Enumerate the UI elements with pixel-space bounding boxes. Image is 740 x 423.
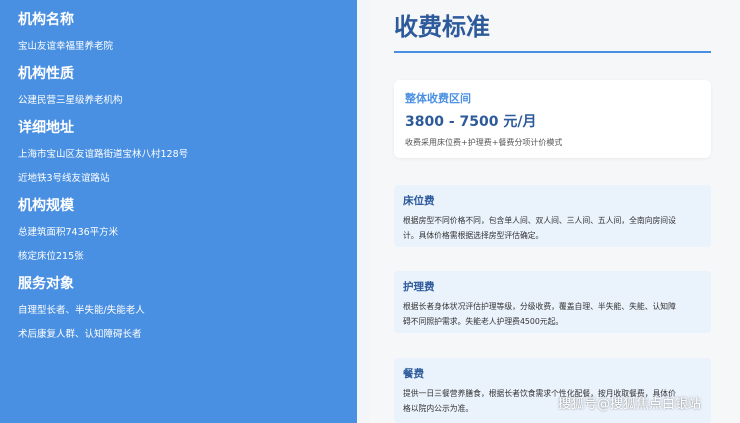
section-address: 详细地址 上海市宝山区友谊路街道宝林八村128号 近地铁3号线友谊路站 bbox=[18, 118, 357, 186]
price-range-card: 整体收费区间 3800 - 7500 元/月 收费采用床位费+护理费+餐费分项计… bbox=[394, 80, 711, 158]
section-line: 总建筑面积7436平方米 bbox=[18, 227, 119, 238]
section-line: 自理型长者、半失能/失能老人 bbox=[18, 305, 145, 316]
section-nature: 机构性质 公建民营三星级养老机构 bbox=[18, 64, 357, 108]
title-underline bbox=[394, 51, 711, 53]
fee-title: 护理费 bbox=[403, 281, 435, 293]
fee-title: 床位费 bbox=[403, 195, 435, 207]
watermark: 搜狐号@搜狐焦点白银站 bbox=[558, 397, 702, 412]
fee-desc-line: 根据长者身体状况评估护理等级，分级收费，覆盖自理、半失能、失能、认知障 bbox=[403, 302, 676, 311]
fee-card-nursing: 护理费 根据长者身体状况评估护理等级，分级收费，覆盖自理、半失能、失能、认知障 … bbox=[394, 271, 711, 333]
section-scale: 机构规模 总建筑面积7436平方米 核定床位215张 bbox=[18, 196, 357, 264]
price-range-label: 整体收费区间 bbox=[405, 92, 471, 105]
section-title: 服务对象 bbox=[18, 276, 74, 292]
section-name: 机构名称 宝山友谊幸福里养老院 bbox=[18, 10, 357, 54]
fee-description: 根据房型不同价格不同，包含单人间、双人间、三人间、五人间，全南向房间设 计。具体… bbox=[403, 213, 703, 243]
fee-description: 根据长者身体状况评估护理等级，分级收费，覆盖自理、半失能、失能、认知障 碍不同照… bbox=[403, 299, 703, 329]
panel-divider bbox=[357, 0, 369, 423]
section-line: 公建民营三星级养老机构 bbox=[18, 95, 123, 106]
price-range-value: 3800 - 7500 元/月 bbox=[405, 114, 537, 130]
institution-info-panel: 机构名称 宝山友谊幸福里养老院 机构性质 公建民营三星级养老机构 详细地址 上海… bbox=[0, 0, 357, 423]
fee-desc-line: 根据房型不同价格不同，包含单人间、双人间、三人间、五人间，全南向房间设 bbox=[403, 216, 676, 225]
section-title: 机构规模 bbox=[18, 198, 74, 214]
fee-desc-line: 碍不同照护需求。失能老人护理费4500元起。 bbox=[403, 317, 564, 326]
fee-desc-line: 计。具体价格需根据选择房型评估确定。 bbox=[403, 231, 544, 240]
section-line: 术后康复人群、认知障碍长者 bbox=[18, 329, 142, 340]
fee-title: 餐费 bbox=[403, 368, 424, 380]
section-line: 核定床位215张 bbox=[18, 251, 84, 262]
section-line: 宝山友谊幸福里养老院 bbox=[18, 41, 114, 52]
section-title: 机构性质 bbox=[18, 66, 74, 82]
fee-card-bed: 床位费 根据房型不同价格不同，包含单人间、双人间、三人间、五人间，全南向房间设 … bbox=[394, 185, 711, 247]
page-title: 收费标准 bbox=[394, 13, 490, 41]
section-line: 上海市宝山区友谊路街道宝林八村128号 bbox=[18, 149, 189, 160]
fee-standard-panel: 收费标准 整体收费区间 3800 - 7500 元/月 收费采用床位费+护理费+… bbox=[369, 0, 740, 423]
section-title: 机构名称 bbox=[18, 12, 74, 28]
section-service-targets: 服务对象 自理型长者、半失能/失能老人 术后康复人群、认知障碍长者 bbox=[18, 274, 357, 342]
section-title: 详细地址 bbox=[18, 120, 74, 136]
price-note: 收费采用床位费+护理费+餐费分项计价模式 bbox=[405, 138, 563, 147]
section-line: 近地铁3号线友谊路站 bbox=[18, 173, 110, 184]
